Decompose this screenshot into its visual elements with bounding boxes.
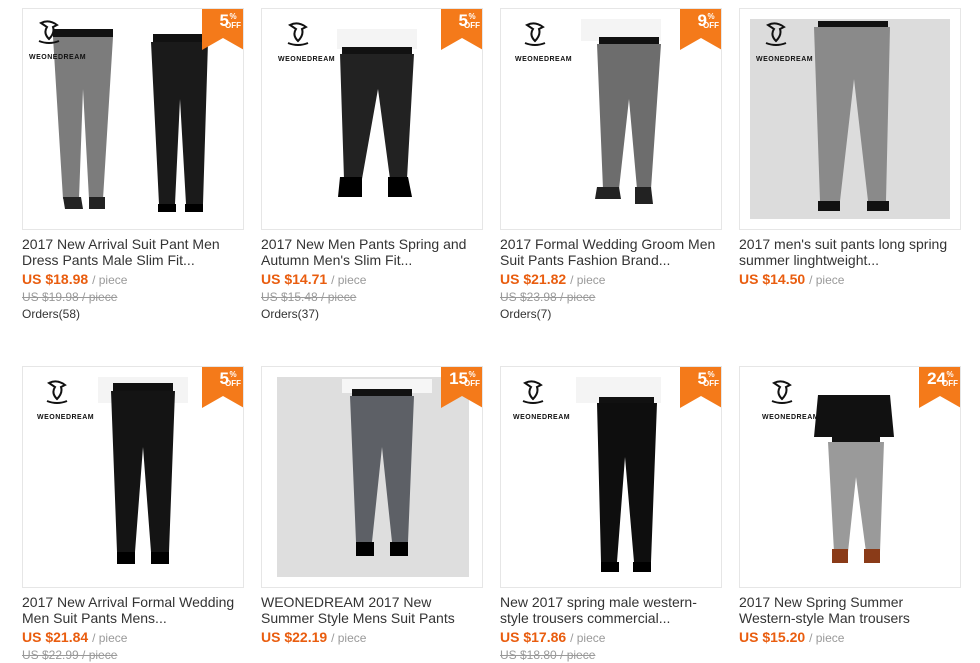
discount-off-label: % OFF (225, 370, 241, 388)
orders-count: Orders(7) (500, 307, 552, 321)
discount-badge: 9 % OFF (680, 9, 721, 50)
orders-count: Orders(58) (22, 307, 81, 321)
brand-logo: WEONEDREAM (278, 21, 335, 63)
brand-logo-text: WEONEDREAM (278, 56, 336, 63)
product-image[interactable]: WEONEDREAM 5 % OFF (261, 8, 483, 230)
product-card[interactable]: WEONEDREAM 24 % OFF 2017 New Spring Summe… (739, 366, 961, 647)
product-price: US $14.50 / piece (739, 271, 845, 287)
brand-logo: WEONEDREAM (513, 379, 570, 421)
brand-logo-text: WEONEDREAM (756, 56, 814, 63)
product-title-link[interactable]: WEONEDREAM 2017 New Summer Style Mens Su… (261, 594, 483, 626)
product-card[interactable]: WEONEDREAM 5 % OFF 2017 New Men Pants Spr… (261, 8, 483, 323)
product-image[interactable]: WEONEDREAM 24 % OFF (739, 366, 961, 588)
logo-icon (287, 22, 309, 46)
product-image[interactable]: 15 % OFF (261, 366, 483, 588)
product-card[interactable]: WEONEDREAM 9 % OFF 2017 Formal Wedding Gr… (500, 8, 722, 323)
product-price: US $17.86 / piece (500, 629, 606, 645)
original-price: US $15.48 / piece (261, 290, 357, 304)
product-title-link[interactable]: 2017 New Spring Summer Western-style Man… (739, 594, 961, 626)
brand-logo-text: WEONEDREAM (513, 414, 571, 421)
logo-icon (38, 20, 60, 44)
discount-off-label: % OFF (464, 12, 480, 30)
brand-logo: WEONEDREAM (29, 19, 86, 61)
product-image[interactable]: WEONEDREAM 5 % OFF (500, 366, 722, 588)
discount-badge: 5 % OFF (202, 367, 243, 408)
orders-count: Orders(37) (261, 307, 320, 321)
product-price: US $14.71 / piece (261, 271, 367, 287)
product-card[interactable]: 15 % OFF WEONEDREAM 2017 New Summer Style… (261, 366, 483, 647)
product-title-link[interactable]: 2017 New Arrival Formal Wedding Men Suit… (22, 594, 244, 626)
product-price: US $21.84 / piece (22, 629, 128, 645)
product-image[interactable]: WEONEDREAM 9 % OFF (500, 8, 722, 230)
discount-off-label: % OFF (942, 370, 958, 388)
brand-logo: WEONEDREAM (756, 21, 813, 63)
discount-off-label: % OFF (703, 370, 719, 388)
product-price: US $15.20 / piece (739, 629, 845, 645)
logo-icon (765, 22, 787, 46)
original-price: US $23.98 / piece (500, 290, 596, 304)
discount-badge: 5 % OFF (441, 9, 482, 50)
product-card[interactable]: WEONEDREAM 5 % OFF 2017 New Arrival Suit … (22, 8, 244, 323)
discount-off-label: % OFF (703, 12, 719, 30)
product-title-link[interactable]: 2017 Formal Wedding Groom Men Suit Pants… (500, 236, 722, 268)
product-title-link[interactable]: 2017 New Men Pants Spring and Autumn Men… (261, 236, 483, 268)
product-image[interactable]: WEONEDREAM 5 % OFF (22, 8, 244, 230)
brand-logo-text: WEONEDREAM (762, 414, 820, 421)
product-title-link[interactable]: New 2017 spring male western-style trous… (500, 594, 722, 626)
discount-badge: 24 % OFF (919, 367, 960, 408)
logo-icon (524, 22, 546, 46)
product-card[interactable]: WEONEDREAM 5 % OFF 2017 New Arrival Forma… (22, 366, 244, 663)
product-image[interactable]: WEONEDREAM (739, 8, 961, 230)
product-price: US $22.19 / piece (261, 629, 367, 645)
discount-badge: 15 % OFF (441, 367, 482, 408)
product-price: US $18.98 / piece (22, 271, 128, 287)
product-title-link[interactable]: 2017 New Arrival Suit Pant Men Dress Pan… (22, 236, 244, 268)
discount-badge: 5 % OFF (680, 367, 721, 408)
product-price: US $21.82 / piece (500, 271, 606, 287)
brand-logo-text: WEONEDREAM (515, 56, 573, 63)
discount-off-label: % OFF (464, 370, 480, 388)
logo-icon (522, 380, 544, 404)
brand-logo-text: WEONEDREAM (37, 414, 95, 421)
product-title-link[interactable]: 2017 men's suit pants long spring summer… (739, 236, 961, 268)
logo-icon (771, 380, 793, 404)
logo-icon (46, 380, 68, 404)
product-image[interactable]: WEONEDREAM 5 % OFF (22, 366, 244, 588)
product-card[interactable]: WEONEDREAM 5 % OFF New 2017 spring male w… (500, 366, 722, 663)
discount-off-label: % OFF (225, 12, 241, 30)
product-card[interactable]: WEONEDREAM 2017 men's suit pants long sp… (739, 8, 961, 289)
brand-logo: WEONEDREAM (515, 21, 572, 63)
brand-logo-text: WEONEDREAM (29, 54, 87, 61)
original-price: US $19.98 / piece (22, 290, 118, 304)
brand-logo: WEONEDREAM (37, 379, 94, 421)
brand-logo: WEONEDREAM (762, 379, 819, 421)
discount-badge: 5 % OFF (202, 9, 243, 50)
